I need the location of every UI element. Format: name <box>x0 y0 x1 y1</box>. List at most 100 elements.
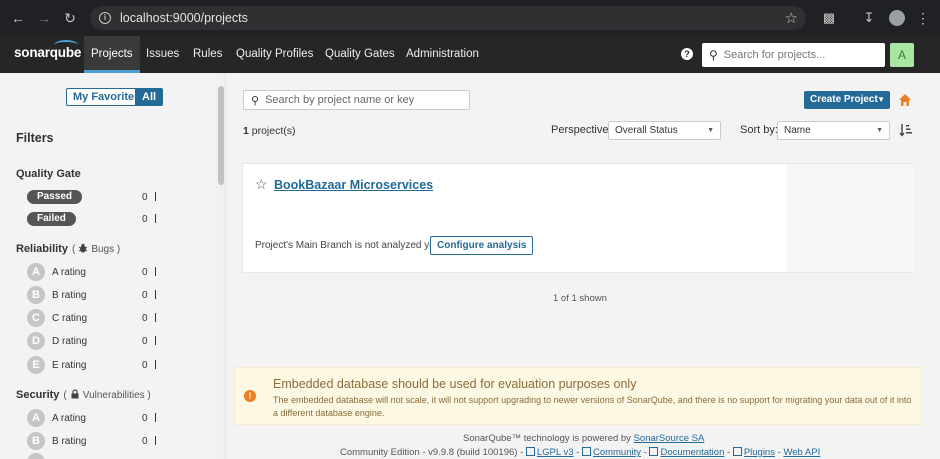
facet-count: 0 <box>142 267 156 278</box>
facet-passed[interactable]: Passed <box>27 190 83 204</box>
count-value: 0 <box>142 290 148 301</box>
plugins-link[interactable]: Plugins <box>744 447 775 458</box>
browser-toolbar: ← → ↻ i localhost:9000/projects ☆ ▩ ↧ ⋮ <box>0 0 940 36</box>
security-facet-title[interactable]: Security (Vulnerabilities ) <box>16 389 151 401</box>
facet-count: 0 <box>142 413 156 424</box>
rating-filter-d[interactable]: D D rating <box>27 332 87 350</box>
site-info-icon[interactable]: i <box>99 12 111 24</box>
rating-label: E rating <box>52 359 87 371</box>
address-bar[interactable]: i localhost:9000/projects ☆ <box>90 6 806 30</box>
help-icon[interactable]: ? <box>681 48 693 60</box>
extensions-icon[interactable]: ▩ <box>821 10 837 26</box>
download-icon[interactable]: ↧ <box>861 10 877 26</box>
count-value: 0 <box>142 192 148 203</box>
url-text[interactable]: localhost:9000/projects <box>120 11 248 25</box>
rating-filter-a[interactable]: A A rating <box>27 263 86 281</box>
count-value: 0 <box>142 267 148 278</box>
warning-text: The embedded database will not scale, it… <box>273 395 912 418</box>
security-subtitle: (Vulnerabilities ) <box>63 389 151 401</box>
sort-by-label: Sort by: <box>740 124 778 136</box>
security-rating-filter-a[interactable]: A A rating <box>27 409 86 427</box>
favorite-star-icon[interactable]: ☆ <box>255 176 268 193</box>
web-api-link[interactable]: Web API <box>783 447 820 458</box>
footer-separator: - <box>724 447 733 458</box>
rating-badge: B <box>27 286 45 304</box>
security-rating-filter-c-partial[interactable] <box>27 453 45 459</box>
rating-label: C rating <box>52 312 88 324</box>
facet-count: 0 <box>142 360 156 371</box>
project-count-suffix: project(s) <box>248 125 296 137</box>
footer-edition: Community Edition - v9.9.8 (build 100196… <box>340 447 526 458</box>
footer-powered-prefix: SonarQube™ technology is powered by <box>463 433 634 444</box>
perspective-label: Perspective: <box>551 124 612 136</box>
project-card-measures <box>786 164 914 272</box>
home-icon[interactable] <box>898 93 912 107</box>
all-projects-toggle[interactable]: All <box>135 88 164 106</box>
nav-issues[interactable]: Issues <box>139 36 186 73</box>
project-search[interactable]: ⚲ <box>243 90 470 110</box>
rating-badge: D <box>27 332 45 350</box>
sonarsource-link[interactable]: SonarSource SA <box>634 433 705 444</box>
perspective-select[interactable]: Overall Status ▼ <box>608 121 721 140</box>
count-value: 0 <box>142 336 148 347</box>
count-bar <box>154 192 156 201</box>
project-count: 1 project(s) <box>243 125 296 137</box>
documentation-link[interactable]: Documentation <box>660 447 724 458</box>
global-search-input[interactable] <box>723 49 874 61</box>
community-link[interactable]: Community <box>593 447 641 458</box>
lgpl-link[interactable]: LGPL v3 <box>537 447 574 458</box>
chevron-down-icon: ▼ <box>876 127 883 134</box>
bookmark-star-icon[interactable]: ☆ <box>785 9 798 27</box>
count-value: 0 <box>142 360 148 371</box>
footer-separator: - <box>573 447 582 458</box>
rating-badge: A <box>27 263 45 281</box>
count-bar <box>154 336 156 345</box>
warning-title: Embedded database should be used for eva… <box>273 377 637 391</box>
reliability-facet-title[interactable]: Reliability (Bugs ) <box>16 243 120 255</box>
project-name-link[interactable]: BookBazaar Microservices <box>274 178 433 192</box>
rating-label: D rating <box>52 335 88 347</box>
footer-separator: - <box>641 447 650 458</box>
sort-direction-icon[interactable] <box>899 123 913 137</box>
back-icon[interactable]: ← <box>10 10 26 26</box>
sort-select[interactable]: Name ▼ <box>777 121 890 140</box>
external-link-icon <box>649 447 659 456</box>
caret-down-icon: ▼ <box>877 95 885 104</box>
quality-gate-facet-title[interactable]: Quality Gate <box>16 168 81 180</box>
nav-quality-profiles[interactable]: Quality Profiles <box>229 36 320 73</box>
nav-rules[interactable]: Rules <box>186 36 229 73</box>
facet-count: 0 <box>142 436 156 447</box>
nav-projects[interactable]: Projects <box>84 36 140 73</box>
global-search[interactable]: ⚲ <box>702 43 885 67</box>
facet-failed[interactable]: Failed <box>27 212 76 226</box>
browser-menu-icon[interactable]: ⋮ <box>916 10 930 27</box>
forward-icon[interactable]: → <box>36 10 52 26</box>
count-value: 0 <box>142 214 148 225</box>
sidebar-scrollbar-thumb[interactable] <box>218 86 224 185</box>
rating-label: A rating <box>52 266 86 278</box>
rating-badge: E <box>27 356 45 374</box>
reload-icon[interactable]: ↻ <box>62 10 78 26</box>
count-bar <box>154 214 156 223</box>
rating-filter-c[interactable]: C C rating <box>27 309 87 327</box>
rating-badge: B <box>27 432 45 450</box>
rating-badge: A <box>27 409 45 427</box>
count-bar <box>154 436 156 445</box>
rating-filter-b[interactable]: B B rating <box>27 286 86 304</box>
create-project-label: Create Project <box>810 94 878 105</box>
configure-analysis-button[interactable]: Configure analysis <box>430 236 534 255</box>
count-bar <box>154 267 156 276</box>
nav-quality-gates[interactable]: Quality Gates <box>318 36 402 73</box>
nav-administration[interactable]: Administration <box>399 36 486 73</box>
sonarqube-logo[interactable]: sonarqube <box>14 40 81 60</box>
rating-filter-e[interactable]: E E rating <box>27 356 86 374</box>
browser-profile-avatar[interactable] <box>889 10 905 26</box>
user-avatar[interactable]: A <box>890 43 914 67</box>
main-navbar: sonarqube Projects Issues Rules Quality … <box>0 36 940 73</box>
security-rating-filter-b[interactable]: B B rating <box>27 432 86 450</box>
create-project-button[interactable]: Create Project ▼ <box>804 91 890 109</box>
security-title: Security <box>16 389 60 401</box>
rating-label: A rating <box>52 412 86 424</box>
project-search-input[interactable] <box>265 94 466 106</box>
count-value: 0 <box>142 436 148 447</box>
